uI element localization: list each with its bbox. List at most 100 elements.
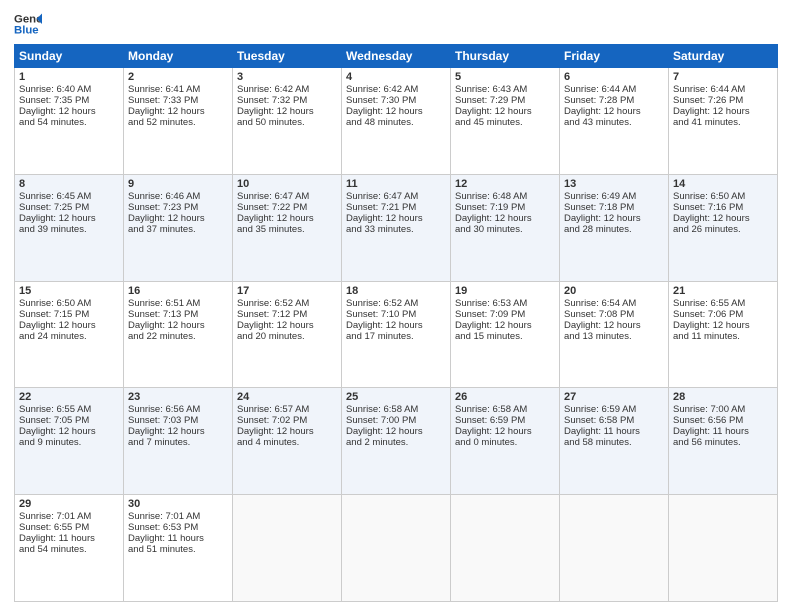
calendar-cell: 23 Sunrise: 6:56 AM Sunset: 7:03 PM Dayl… [124, 388, 233, 495]
sunset-label: Sunset: 7:12 PM [237, 309, 307, 320]
daylight-label: Daylight: 11 hours [19, 533, 95, 544]
weekday-header-wednesday: Wednesday [342, 45, 451, 68]
sunset-label: Sunset: 7:19 PM [455, 202, 525, 213]
daylight-label: Daylight: 12 hours [237, 426, 314, 437]
sunrise-label: Sunrise: 6:54 AM [564, 298, 636, 309]
calendar-cell: 19 Sunrise: 6:53 AM Sunset: 7:09 PM Dayl… [451, 281, 560, 388]
sunrise-label: Sunrise: 6:55 AM [19, 404, 91, 415]
daylight-mins: and 51 minutes. [128, 544, 196, 555]
day-number: 17 [237, 285, 337, 297]
sunset-label: Sunset: 6:55 PM [19, 522, 89, 533]
calendar-cell: 12 Sunrise: 6:48 AM Sunset: 7:19 PM Dayl… [451, 174, 560, 281]
calendar: SundayMondayTuesdayWednesdayThursdayFrid… [14, 44, 778, 602]
day-number: 1 [19, 71, 119, 83]
sunset-label: Sunset: 7:09 PM [455, 309, 525, 320]
day-number: 26 [455, 391, 555, 403]
sunrise-label: Sunrise: 6:42 AM [237, 84, 309, 95]
calendar-cell [451, 495, 560, 602]
day-number: 19 [455, 285, 555, 297]
daylight-label: Daylight: 12 hours [673, 213, 750, 224]
daylight-label: Daylight: 12 hours [346, 320, 423, 331]
sunset-label: Sunset: 7:23 PM [128, 202, 198, 213]
daylight-label: Daylight: 12 hours [346, 106, 423, 117]
calendar-cell: 16 Sunrise: 6:51 AM Sunset: 7:13 PM Dayl… [124, 281, 233, 388]
sunset-label: Sunset: 7:16 PM [673, 202, 743, 213]
sunrise-label: Sunrise: 6:53 AM [455, 298, 527, 309]
daylight-mins: and 22 minutes. [128, 331, 196, 342]
sunrise-label: Sunrise: 7:01 AM [128, 511, 200, 522]
daylight-label: Daylight: 12 hours [128, 213, 205, 224]
sunrise-label: Sunrise: 6:59 AM [564, 404, 636, 415]
sunrise-label: Sunrise: 6:56 AM [128, 404, 200, 415]
sunrise-label: Sunrise: 6:51 AM [128, 298, 200, 309]
calendar-cell: 5 Sunrise: 6:43 AM Sunset: 7:29 PM Dayli… [451, 68, 560, 175]
calendar-cell: 7 Sunrise: 6:44 AM Sunset: 7:26 PM Dayli… [669, 68, 778, 175]
sunrise-label: Sunrise: 7:01 AM [19, 511, 91, 522]
weekday-header-row: SundayMondayTuesdayWednesdayThursdayFrid… [15, 45, 778, 68]
daylight-mins: and 48 minutes. [346, 117, 414, 128]
sunset-label: Sunset: 7:02 PM [237, 415, 307, 426]
day-number: 7 [673, 71, 773, 83]
calendar-cell: 15 Sunrise: 6:50 AM Sunset: 7:15 PM Dayl… [15, 281, 124, 388]
daylight-label: Daylight: 12 hours [673, 106, 750, 117]
calendar-cell: 30 Sunrise: 7:01 AM Sunset: 6:53 PM Dayl… [124, 495, 233, 602]
sunrise-label: Sunrise: 6:47 AM [346, 191, 418, 202]
daylight-label: Daylight: 12 hours [19, 320, 96, 331]
calendar-week-row: 1 Sunrise: 6:40 AM Sunset: 7:35 PM Dayli… [15, 68, 778, 175]
day-number: 25 [346, 391, 446, 403]
daylight-label: Daylight: 12 hours [455, 426, 532, 437]
svg-text:Blue: Blue [14, 25, 39, 37]
sunset-label: Sunset: 7:06 PM [673, 309, 743, 320]
sunset-label: Sunset: 6:59 PM [455, 415, 525, 426]
calendar-cell: 8 Sunrise: 6:45 AM Sunset: 7:25 PM Dayli… [15, 174, 124, 281]
calendar-cell: 25 Sunrise: 6:58 AM Sunset: 7:00 PM Dayl… [342, 388, 451, 495]
daylight-mins: and 26 minutes. [673, 224, 741, 235]
day-number: 16 [128, 285, 228, 297]
sunrise-label: Sunrise: 6:50 AM [19, 298, 91, 309]
calendar-cell: 22 Sunrise: 6:55 AM Sunset: 7:05 PM Dayl… [15, 388, 124, 495]
calendar-week-row: 22 Sunrise: 6:55 AM Sunset: 7:05 PM Dayl… [15, 388, 778, 495]
day-number: 11 [346, 178, 446, 190]
sunrise-label: Sunrise: 7:00 AM [673, 404, 745, 415]
day-number: 9 [128, 178, 228, 190]
sunset-label: Sunset: 7:25 PM [19, 202, 89, 213]
sunset-label: Sunset: 7:15 PM [19, 309, 89, 320]
sunrise-label: Sunrise: 6:40 AM [19, 84, 91, 95]
sunrise-label: Sunrise: 6:44 AM [673, 84, 745, 95]
sunset-label: Sunset: 7:32 PM [237, 95, 307, 106]
day-number: 4 [346, 71, 446, 83]
weekday-header-saturday: Saturday [669, 45, 778, 68]
logo: General Blue [14, 10, 42, 38]
sunset-label: Sunset: 6:58 PM [564, 415, 634, 426]
sunset-label: Sunset: 7:03 PM [128, 415, 198, 426]
sunset-label: Sunset: 7:10 PM [346, 309, 416, 320]
calendar-cell: 27 Sunrise: 6:59 AM Sunset: 6:58 PM Dayl… [560, 388, 669, 495]
header: General Blue [14, 10, 778, 38]
sunset-label: Sunset: 6:56 PM [673, 415, 743, 426]
day-number: 2 [128, 71, 228, 83]
weekday-header-sunday: Sunday [15, 45, 124, 68]
sunset-label: Sunset: 7:30 PM [346, 95, 416, 106]
daylight-mins: and 0 minutes. [455, 437, 517, 448]
calendar-cell: 6 Sunrise: 6:44 AM Sunset: 7:28 PM Dayli… [560, 68, 669, 175]
daylight-mins: and 50 minutes. [237, 117, 305, 128]
day-number: 23 [128, 391, 228, 403]
sunrise-label: Sunrise: 6:42 AM [346, 84, 418, 95]
daylight-label: Daylight: 12 hours [673, 320, 750, 331]
day-number: 14 [673, 178, 773, 190]
daylight-mins: and 43 minutes. [564, 117, 632, 128]
daylight-label: Daylight: 12 hours [19, 213, 96, 224]
calendar-cell: 20 Sunrise: 6:54 AM Sunset: 7:08 PM Dayl… [560, 281, 669, 388]
calendar-cell [342, 495, 451, 602]
daylight-label: Daylight: 12 hours [237, 106, 314, 117]
daylight-mins: and 28 minutes. [564, 224, 632, 235]
day-number: 15 [19, 285, 119, 297]
daylight-mins: and 30 minutes. [455, 224, 523, 235]
calendar-cell: 4 Sunrise: 6:42 AM Sunset: 7:30 PM Dayli… [342, 68, 451, 175]
daylight-mins: and 4 minutes. [237, 437, 299, 448]
daylight-label: Daylight: 12 hours [564, 320, 641, 331]
sunset-label: Sunset: 7:28 PM [564, 95, 634, 106]
weekday-header-thursday: Thursday [451, 45, 560, 68]
daylight-mins: and 45 minutes. [455, 117, 523, 128]
daylight-mins: and 24 minutes. [19, 331, 87, 342]
